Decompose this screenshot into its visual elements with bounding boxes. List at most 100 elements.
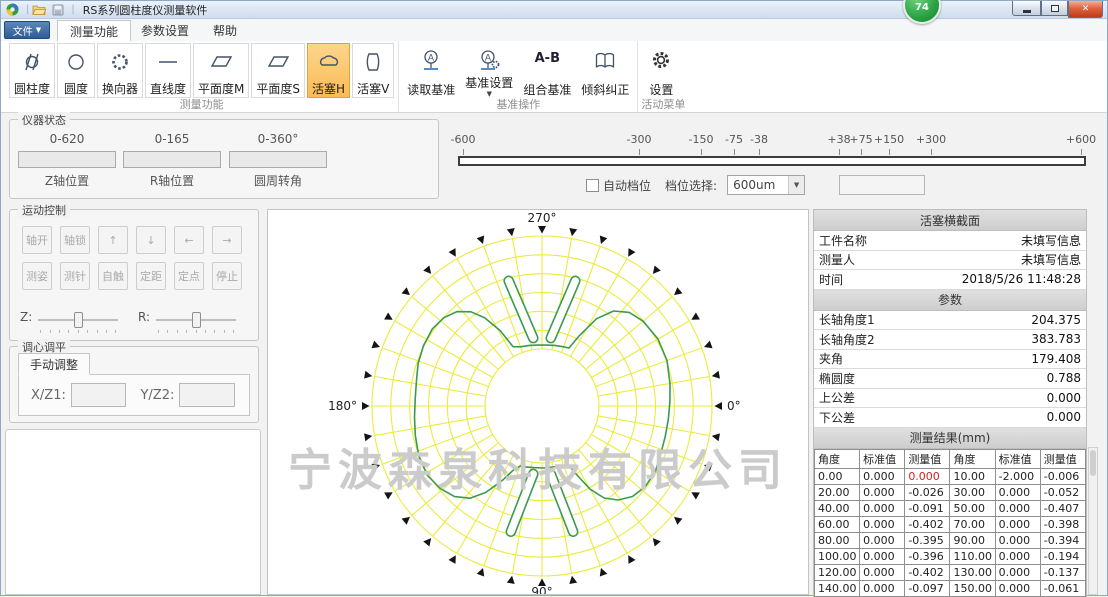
- motion-button[interactable]: →: [212, 226, 242, 254]
- r-axis-slider[interactable]: [156, 310, 236, 332]
- table-cell: -0.395: [905, 532, 950, 548]
- close-button[interactable]: ✕: [1068, 1, 1103, 18]
- table-cell: 0.000: [860, 516, 905, 532]
- tab-measure-functions[interactable]: 测量功能: [57, 20, 131, 41]
- slider-tick: [196, 330, 197, 333]
- scale-tick-mark: [839, 149, 840, 155]
- motion-button[interactable]: ←: [174, 226, 204, 254]
- table-row: 0.000.0000.00010.00-2.000-0.006: [815, 468, 1086, 484]
- slider-thumb[interactable]: [74, 312, 83, 328]
- measurement-results-header: 测量结果(mm): [814, 428, 1086, 449]
- flatness-m-button[interactable]: 平面度M: [193, 43, 249, 98]
- motion-button[interactable]: 测姿: [22, 262, 52, 290]
- table-cell: 20.00: [815, 484, 860, 500]
- motion-button[interactable]: ↑: [98, 226, 128, 254]
- results-scrollbar[interactable]: [1088, 447, 1098, 595]
- angle-marker-icon: [384, 489, 395, 500]
- combined-datum-button[interactable]: A-B 组合基准: [519, 43, 575, 98]
- angle-marker-icon: [650, 266, 661, 277]
- param-value: 0.000: [1047, 410, 1081, 424]
- tab-help[interactable]: 帮助: [201, 20, 249, 41]
- table-cell: 150.00: [950, 580, 995, 596]
- separator: |: [71, 4, 74, 15]
- slot-finger: [545, 468, 579, 537]
- slider-thumb[interactable]: [192, 312, 201, 328]
- table-cell: -0.194: [1040, 548, 1085, 564]
- motion-button[interactable]: 定点: [174, 262, 204, 290]
- settings-button[interactable]: 设置: [642, 43, 680, 98]
- minimize-button[interactable]: [1012, 1, 1041, 16]
- datum-settings-button[interactable]: A 基准设置 ▼: [461, 43, 517, 98]
- motion-button[interactable]: 轴锁: [60, 226, 90, 254]
- flatness-s-button[interactable]: 平面度S: [251, 43, 305, 98]
- polar-plot: 270°180°0°90°: [268, 210, 809, 595]
- table-cell: -0.396: [905, 548, 950, 564]
- gear-selection-row: 自动档位 档位选择: 600um ▼: [586, 175, 925, 195]
- maximize-button[interactable]: [1041, 1, 1068, 16]
- tab-parameter-settings[interactable]: 参数设置: [129, 20, 201, 41]
- window-title: RS系列圆柱度仪测量软件: [83, 2, 208, 18]
- motion-button[interactable]: 定距: [136, 262, 166, 290]
- angle-marker-icon: [423, 535, 434, 546]
- save-icon[interactable]: [50, 3, 65, 17]
- ribbon-group-datum: A 读取基准 A 基准设置 ▼: [399, 41, 638, 112]
- param-row: 上公差0.000: [814, 389, 1086, 409]
- button-label: 平面度M: [198, 82, 244, 96]
- ribbon-group-measure: 圆柱度 圆度 换向器: [5, 41, 399, 112]
- motion-button[interactable]: 自触: [98, 262, 128, 290]
- gear-value-field[interactable]: [839, 175, 925, 195]
- open-file-icon[interactable]: [31, 3, 46, 17]
- slider-tick: [177, 330, 178, 333]
- file-menu-button[interactable]: 文件 ▼: [4, 21, 50, 39]
- table-cell: 0.000: [995, 564, 1040, 580]
- datum-settings-icon: A: [476, 48, 502, 74]
- motion-button[interactable]: 测针: [60, 262, 90, 290]
- z-slider-label: Z:: [20, 310, 32, 324]
- tilt-correction-button[interactable]: 倾斜纠正: [577, 43, 633, 98]
- motion-button[interactable]: 轴开: [22, 226, 52, 254]
- motion-button[interactable]: 停止: [212, 262, 242, 290]
- parameters-header: 参数: [814, 290, 1086, 311]
- xz1-label: X/Z1:: [31, 388, 66, 403]
- roundness-button[interactable]: 圆度: [57, 43, 95, 98]
- piston-v-button[interactable]: 活塞V: [352, 43, 394, 98]
- cylindricity-button[interactable]: 圆柱度: [9, 43, 55, 98]
- table-row: 20.000.000-0.02630.000.000-0.052: [815, 484, 1086, 500]
- window-controls: ✕: [1012, 1, 1103, 18]
- slider-tick: [214, 330, 215, 333]
- gear-select-dropdown[interactable]: 600um ▼: [727, 175, 805, 195]
- slider-ticks: [40, 330, 116, 333]
- straightness-button[interactable]: 直线度: [145, 43, 191, 98]
- button-label: 直线度: [150, 82, 186, 96]
- r-axis-status: 0-165 R轴位置: [123, 132, 221, 189]
- polar-chart-panel: 270°180°0°90° 宁波森泉科技有限公司: [267, 209, 809, 595]
- slider-tick: [59, 330, 60, 333]
- slider-tick: [50, 330, 51, 333]
- param-label: 长轴角度2: [819, 331, 875, 348]
- table-column-header: 角度: [950, 449, 995, 468]
- table-cell: 0.000: [860, 548, 905, 564]
- table-cell: 50.00: [950, 500, 995, 516]
- slider-tick: [158, 330, 159, 333]
- button-label: 组合基准: [523, 83, 571, 97]
- piston-h-button[interactable]: 活塞H: [307, 43, 350, 98]
- table-cell: 120.00: [815, 564, 860, 580]
- auto-gear-checkbox[interactable]: [586, 179, 599, 192]
- button-label: 基准设置: [465, 76, 513, 90]
- yz2-input[interactable]: [179, 383, 235, 407]
- commutator-button[interactable]: 换向器: [97, 43, 143, 98]
- xz1-input[interactable]: [71, 383, 127, 407]
- angle-marker-icon: [362, 402, 370, 410]
- z-axis-slider[interactable]: [38, 310, 118, 332]
- tab-manual-adjust[interactable]: 手动调整: [18, 353, 90, 375]
- z-axis-status: 0-620 Z轴位置: [18, 132, 116, 189]
- slider-tick: [68, 330, 69, 333]
- table-cell: 100.00: [815, 548, 860, 564]
- motion-button[interactable]: ↓: [136, 226, 166, 254]
- angle-marker-icon: [568, 228, 577, 237]
- scrollbar-thumb[interactable]: [1090, 450, 1096, 476]
- menu-tab-row: 文件 ▼ 测量功能 参数设置 帮助: [1, 19, 1107, 41]
- table-cell: 30.00: [950, 484, 995, 500]
- read-datum-button[interactable]: A 读取基准: [403, 43, 459, 98]
- scale-tick-mark: [734, 149, 735, 155]
